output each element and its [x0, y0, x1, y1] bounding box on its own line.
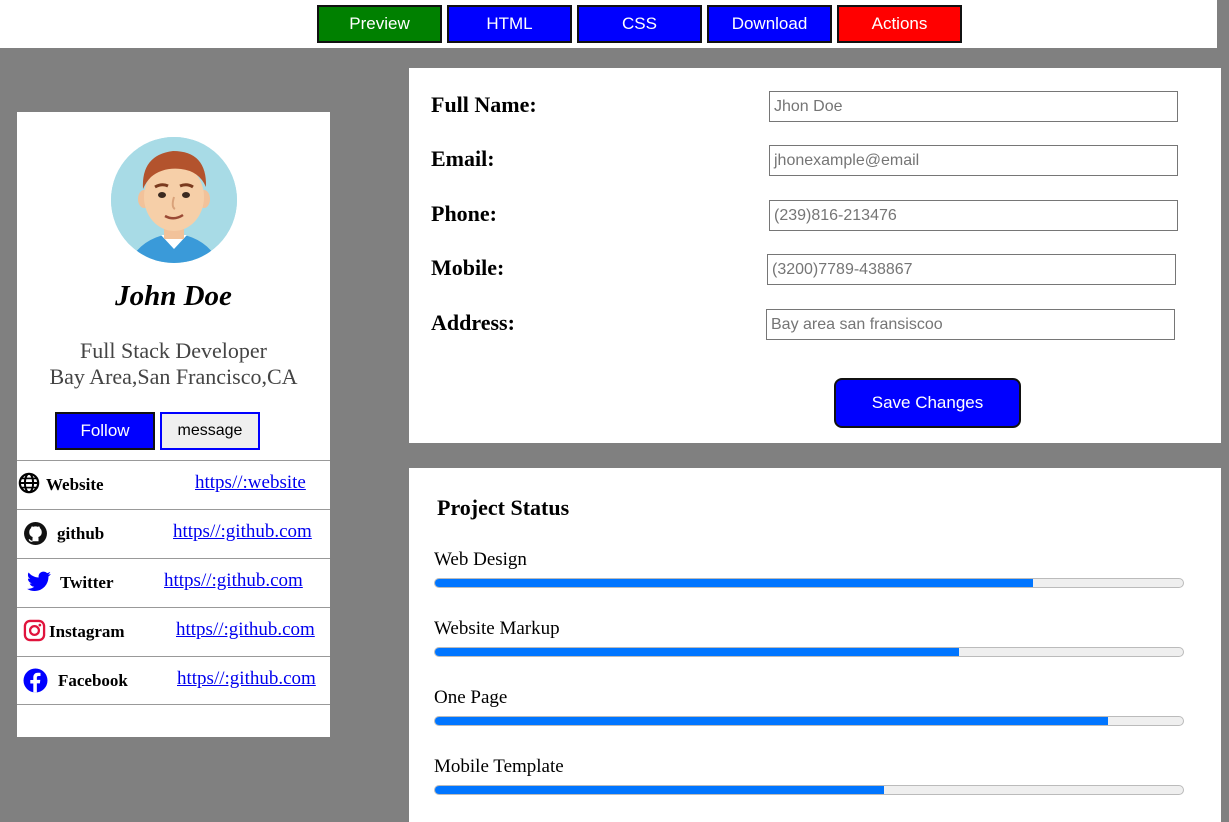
address-field[interactable]: Bay area san fransiscoo	[766, 309, 1175, 340]
link-label-github: github	[57, 524, 105, 543]
instagram-icon	[23, 619, 47, 643]
progress-label-website-markup: Website Markup	[434, 618, 560, 639]
progress-bar-web-design	[434, 578, 1184, 588]
progress-fill	[435, 717, 1109, 725]
twitter-icon	[26, 571, 51, 595]
progress-label-web-design: Web Design	[434, 549, 527, 570]
link-row-website: Website https//:website	[17, 460, 330, 509]
contact-form: Full Name: Jhon Doe Email: jhonexample@e…	[409, 68, 1221, 443]
progress-fill	[435, 648, 959, 656]
avatar-illustration	[111, 137, 237, 263]
github-icon	[23, 521, 47, 545]
profile-location: Bay Area,San Francisco,CA	[49, 364, 298, 389]
progress-bar-website-markup	[434, 647, 1184, 657]
progress-fill	[435, 786, 884, 794]
progress-bar-mobile-template	[434, 785, 1184, 795]
social-links: Website https//:website github https//:g…	[17, 460, 330, 705]
facebook-icon	[23, 668, 48, 693]
download-button[interactable]: Download	[707, 5, 832, 43]
mobile-field[interactable]: (3200)7789-438867	[767, 254, 1176, 285]
top-toolbar: Preview HTML CSS Download Actions	[0, 0, 1217, 48]
link-url-website[interactable]: https//:website	[195, 472, 306, 494]
profile-card: John Doe Full Stack Developer Bay Area,S…	[17, 112, 330, 737]
link-row-instagram: Instagram https//:github.com	[17, 607, 330, 656]
link-label-twitter: Twitter	[60, 573, 114, 592]
follow-button[interactable]: Follow	[55, 412, 155, 450]
link-label-facebook: Facebook	[58, 671, 128, 690]
project-status-title: Project Status	[437, 495, 570, 520]
save-changes-button[interactable]: Save Changes	[834, 378, 1021, 428]
profile-role: Full Stack Developer	[80, 338, 267, 363]
progress-label-one-page: One Page	[434, 687, 508, 708]
full-name-label: Full Name:	[431, 92, 537, 117]
link-label-instagram: Instagram	[49, 622, 125, 641]
full-name-field[interactable]: Jhon Doe	[769, 91, 1178, 122]
link-label-website: Website	[46, 475, 104, 494]
link-url-facebook[interactable]: https//:github.com	[177, 668, 316, 690]
link-row-github: github https//:github.com	[17, 509, 330, 558]
progress-fill	[435, 579, 1034, 587]
phone-label: Phone:	[431, 201, 497, 226]
css-button[interactable]: CSS	[577, 5, 702, 43]
address-label: Address:	[431, 310, 515, 335]
link-row-twitter: Twitter https//:github.com	[17, 558, 330, 607]
globe-icon	[18, 472, 42, 496]
progress-label-mobile-template: Mobile Template	[434, 756, 564, 777]
progress-bar-one-page	[434, 716, 1184, 726]
html-button[interactable]: HTML	[447, 5, 572, 43]
project-status-panel: Project Status Web Design Website Markup…	[409, 468, 1221, 822]
link-row-facebook: Facebook https//:github.com	[17, 656, 330, 705]
phone-field[interactable]: (239)816-213476	[769, 200, 1178, 231]
avatar	[111, 137, 237, 263]
email-field[interactable]: jhonexample@email	[769, 145, 1178, 176]
link-url-instagram[interactable]: https//:github.com	[176, 619, 315, 641]
link-url-twitter[interactable]: https//:github.com	[164, 570, 303, 592]
message-button[interactable]: message	[160, 412, 260, 450]
actions-button[interactable]: Actions	[837, 5, 962, 43]
preview-button[interactable]: Preview	[317, 5, 442, 43]
mobile-label: Mobile:	[431, 255, 505, 280]
link-url-github[interactable]: https//:github.com	[173, 521, 312, 543]
email-label: Email:	[431, 146, 495, 171]
profile-name: John Doe	[115, 280, 232, 312]
